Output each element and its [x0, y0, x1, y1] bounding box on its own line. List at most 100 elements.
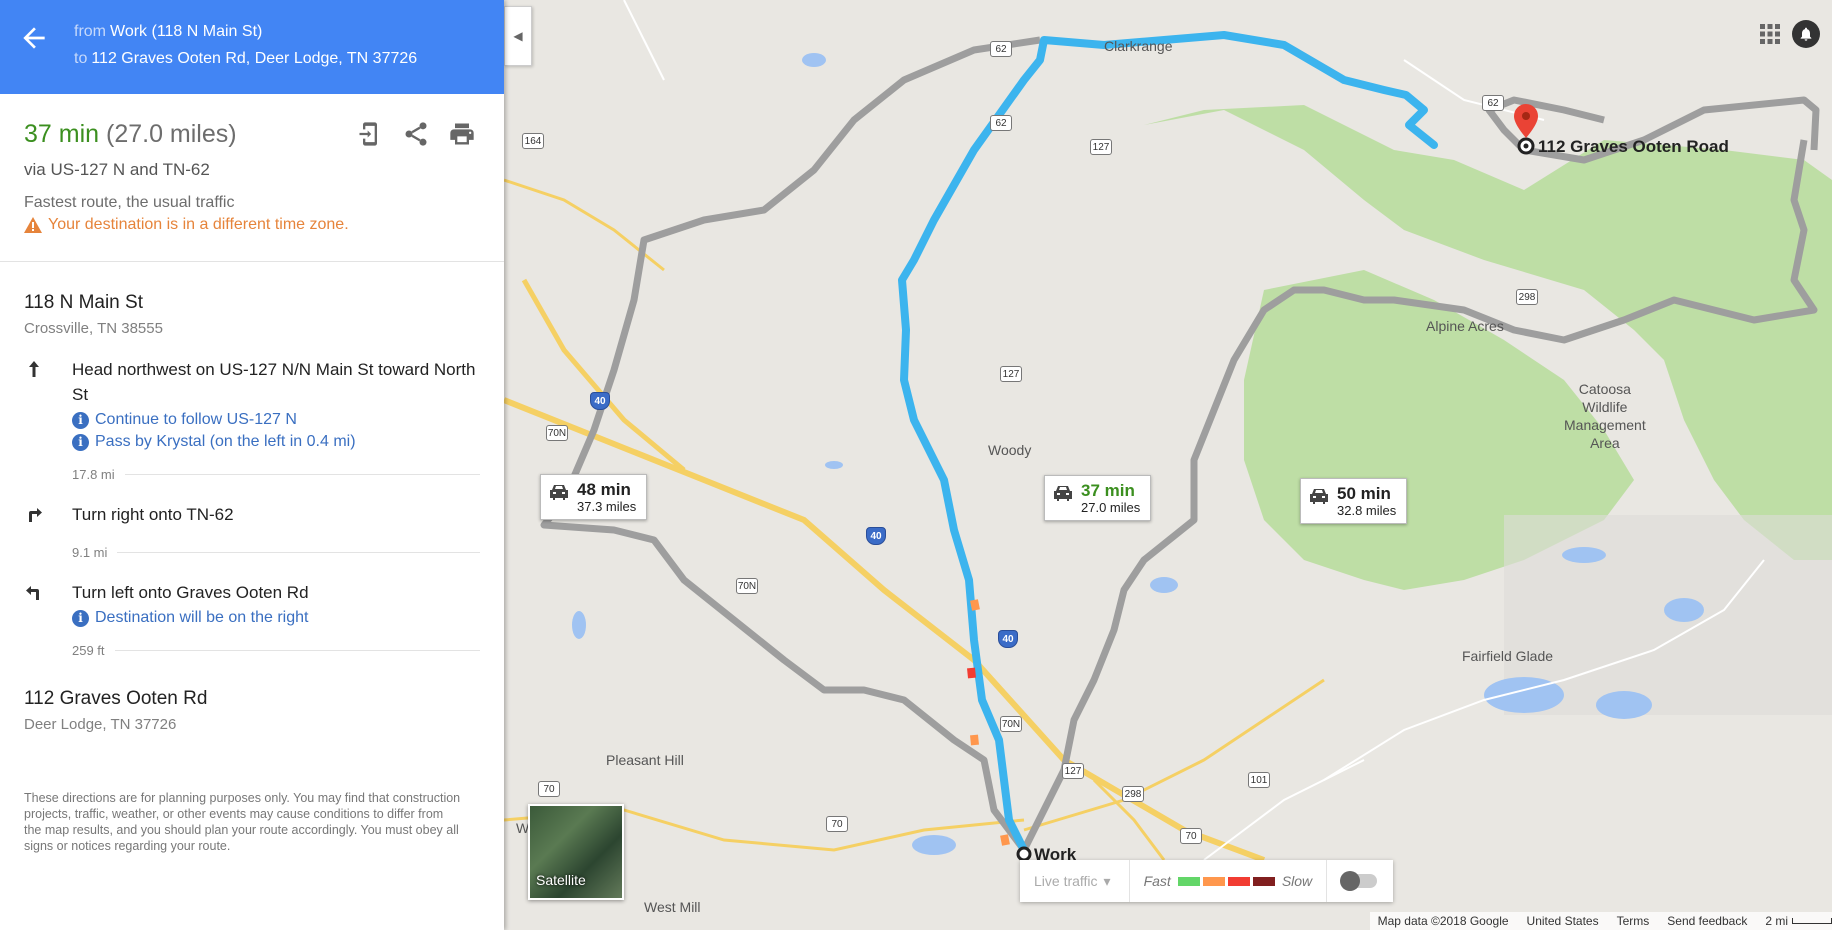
direction-step[interactable]: Turn left onto Graves Ooten Rd i Destinat… — [24, 580, 480, 627]
live-traffic-label: Live traffic — [1034, 873, 1098, 889]
origin-name: 118 N Main St — [24, 292, 143, 313]
route-shield: 127 — [1062, 763, 1084, 779]
legend-swatch — [1252, 876, 1275, 886]
satellite-toggle[interactable]: Satellite — [528, 804, 624, 900]
warning-text: Your destination is in a different time … — [48, 216, 349, 233]
destination-place[interactable]: 112 Graves Ooten Rd Deer Lodge, TN 37726 — [24, 688, 480, 733]
route-shield: 101 — [1248, 772, 1270, 788]
step-note[interactable]: i Continue to follow US-127 N — [72, 411, 480, 429]
label-woody: Woody — [988, 442, 1032, 458]
car-icon — [550, 485, 568, 500]
dropdown-arrow-icon: ▾ — [1103, 872, 1111, 889]
route-card-time: 50 min — [1337, 484, 1391, 503]
timezone-warning: Your destination is in a different time … — [24, 216, 480, 234]
destination-pin — [1514, 104, 1538, 138]
step-distance-row: 259 ft — [72, 643, 480, 658]
route-via: via US-127 N and TN-62 — [24, 160, 210, 179]
info-icon: i — [72, 411, 89, 429]
route-time: 37 min — [24, 120, 100, 148]
print-icon[interactable] — [448, 120, 476, 148]
traffic-toggle[interactable] — [1340, 871, 1378, 891]
label-clarkrange: Clarkrange — [1104, 38, 1173, 54]
to-value: 112 Graves Ooten Rd, Deer Lodge, TN 3772… — [91, 50, 418, 67]
live-traffic-dropdown[interactable]: Live traffic ▾ — [1020, 860, 1130, 902]
legend-fast: Fast — [1143, 873, 1171, 889]
from-field[interactable]: from Work (118 N Main St) — [74, 23, 262, 41]
to-prefix: to — [74, 50, 88, 67]
route-card-time: 48 min — [577, 480, 631, 499]
route-shield: 70 — [1180, 828, 1202, 844]
from-value: Work (118 N Main St) — [110, 23, 263, 40]
apps-grid-icon[interactable] — [1758, 22, 1782, 46]
step-instruction: Turn right onto TN-62 — [72, 505, 234, 524]
legend-swatch — [1227, 876, 1250, 886]
legend-slow: Slow — [1281, 873, 1313, 889]
route-shield: 164 — [522, 133, 544, 149]
collapse-panel-button[interactable]: ◀ — [504, 6, 532, 66]
share-icon[interactable] — [402, 120, 430, 148]
step-distance: 9.1 mi — [72, 545, 108, 560]
interstate-shield: 40 — [590, 392, 610, 410]
chevron-left-icon: ◀ — [513, 29, 523, 43]
route-card-alt-1[interactable]: 48 min 37.3 miles — [540, 474, 648, 520]
route-card-time: 37 min — [1081, 481, 1135, 500]
label-west-mill: West Mill — [644, 899, 701, 915]
step-note[interactable]: i Destination will be on the right — [72, 609, 480, 627]
satellite-label: Satellite — [536, 872, 586, 888]
origin-address: Crossville, TN 38555 — [24, 320, 163, 337]
map-canvas[interactable]: Clarkrange Woody Alpine Acres Catoosa Wi… — [504, 0, 1832, 930]
directions-header: from Work (118 N Main St) to 112 Graves Oo… — [0, 0, 504, 94]
destination-address: Deer Lodge, TN 37726 — [24, 716, 177, 733]
turn-left-icon — [24, 580, 72, 627]
label-fairfield-glade: Fairfield Glade — [1462, 648, 1554, 664]
label-pleasant-hill: Pleasant Hill — [606, 752, 684, 768]
traffic-controls: Live traffic ▾ Fast Slow — [1020, 860, 1394, 902]
map-scale[interactable]: 2 mi — [1765, 914, 1832, 928]
directions-disclaimer: These directions are for planning purpos… — [24, 791, 461, 853]
car-icon — [1054, 486, 1072, 501]
directions-panel: from Work (118 N Main St) to 112 Graves Oo… — [0, 0, 504, 930]
step-note[interactable]: i Pass by Krystal (on the left in 0.4 mi) — [72, 433, 480, 451]
label-destination: 112 Graves Ooten Road — [1538, 137, 1729, 156]
route-shield: 127 — [1000, 366, 1022, 382]
notifications-bell-icon[interactable] — [1792, 20, 1820, 48]
route-distance: (27.0 miles) — [106, 120, 237, 148]
legend-swatch — [1177, 876, 1200, 886]
route-shield: 127 — [1090, 139, 1112, 155]
route-shield: 70N — [1000, 716, 1022, 732]
terms-link[interactable]: Terms — [1617, 914, 1650, 928]
route-shield: 298 — [1516, 289, 1538, 305]
step-distance: 259 ft — [72, 643, 105, 658]
to-field[interactable]: to 112 Graves Ooten Rd, Deer Lodge, TN 37… — [74, 50, 417, 68]
map-footer: Map data ©2018 Google United States Term… — [1369, 912, 1832, 930]
turn-right-icon — [24, 502, 72, 529]
route-shield: 298 — [1122, 786, 1144, 802]
step-distance-row: 17.8 mi — [72, 467, 480, 482]
origin-place[interactable]: 118 N Main St Crossville, TN 38555 — [24, 292, 480, 337]
send-to-phone-icon[interactable] — [356, 120, 384, 148]
route-shield: 70 — [538, 781, 560, 797]
from-prefix: from — [74, 23, 106, 40]
route-shield: 62 — [990, 41, 1012, 57]
back-arrow-icon[interactable] — [18, 22, 50, 54]
traffic-legend: Fast Slow — [1130, 860, 1328, 902]
route-actions — [356, 120, 476, 148]
route-card-selected[interactable]: 37 min 27.0 miles — [1044, 475, 1152, 521]
step-distance-row: 9.1 mi — [72, 545, 480, 560]
label-catoosa: Catoosa Wildlife Management Area — [1564, 381, 1646, 451]
send-feedback-link[interactable]: Send feedback — [1667, 914, 1747, 928]
map-data-credit: Map data ©2018 Google — [1377, 914, 1509, 928]
country-link[interactable]: United States — [1527, 914, 1599, 928]
route-shield: 70 — [826, 816, 848, 832]
info-icon: i — [72, 609, 89, 627]
direction-step[interactable]: Head northwest on US-127 N/N Main St tow… — [24, 357, 480, 451]
warning-icon — [24, 217, 42, 233]
direction-step[interactable]: Turn right onto TN-62 — [24, 502, 480, 529]
step-instruction: Head northwest on US-127 N/N Main St tow… — [72, 360, 476, 404]
destination-name: 112 Graves Ooten Rd — [24, 688, 208, 709]
route-note: Fastest route, the usual traffic — [24, 194, 235, 211]
route-card-distance: 27.0 miles — [1081, 500, 1141, 515]
route-shield: 70N — [736, 578, 758, 594]
route-card-alt-2[interactable]: 50 min 32.8 miles — [1300, 478, 1408, 524]
route-shield: 70N — [546, 425, 568, 441]
